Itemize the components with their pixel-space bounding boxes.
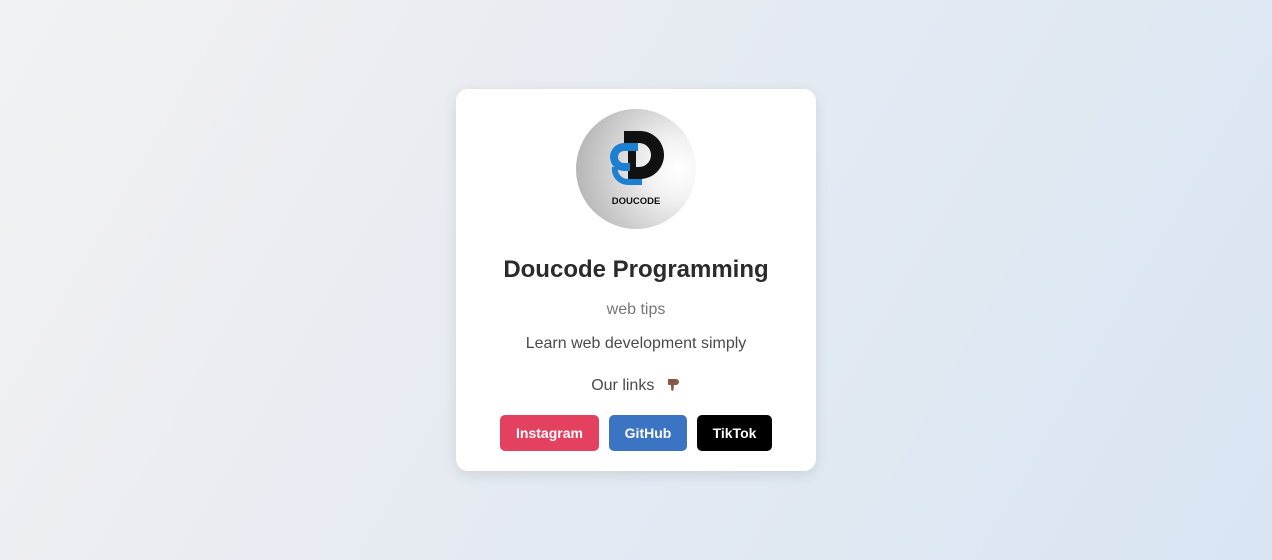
link-buttons: Instagram GitHub TikTok bbox=[456, 415, 816, 451]
avatar: DOUCODE bbox=[576, 109, 696, 229]
doucode-logo-icon: DOUCODE bbox=[610, 131, 664, 207]
github-button[interactable]: GitHub bbox=[609, 415, 687, 451]
links-label-text: Our links bbox=[591, 377, 655, 394]
tiktok-button[interactable]: TikTok bbox=[697, 415, 772, 451]
profile-tagline: web tips bbox=[606, 301, 666, 318]
links-heading: Our links bbox=[456, 376, 816, 397]
profile-card: DOUCODE Doucode Programming web tips Lea… bbox=[456, 89, 816, 471]
instagram-button[interactable]: Instagram bbox=[500, 415, 599, 451]
logo-text: DOUCODE bbox=[612, 196, 661, 207]
profile-description: Learn web development simply bbox=[525, 335, 747, 352]
pointing-down-icon bbox=[665, 376, 681, 397]
profile-name: Doucode Programming bbox=[503, 256, 769, 283]
